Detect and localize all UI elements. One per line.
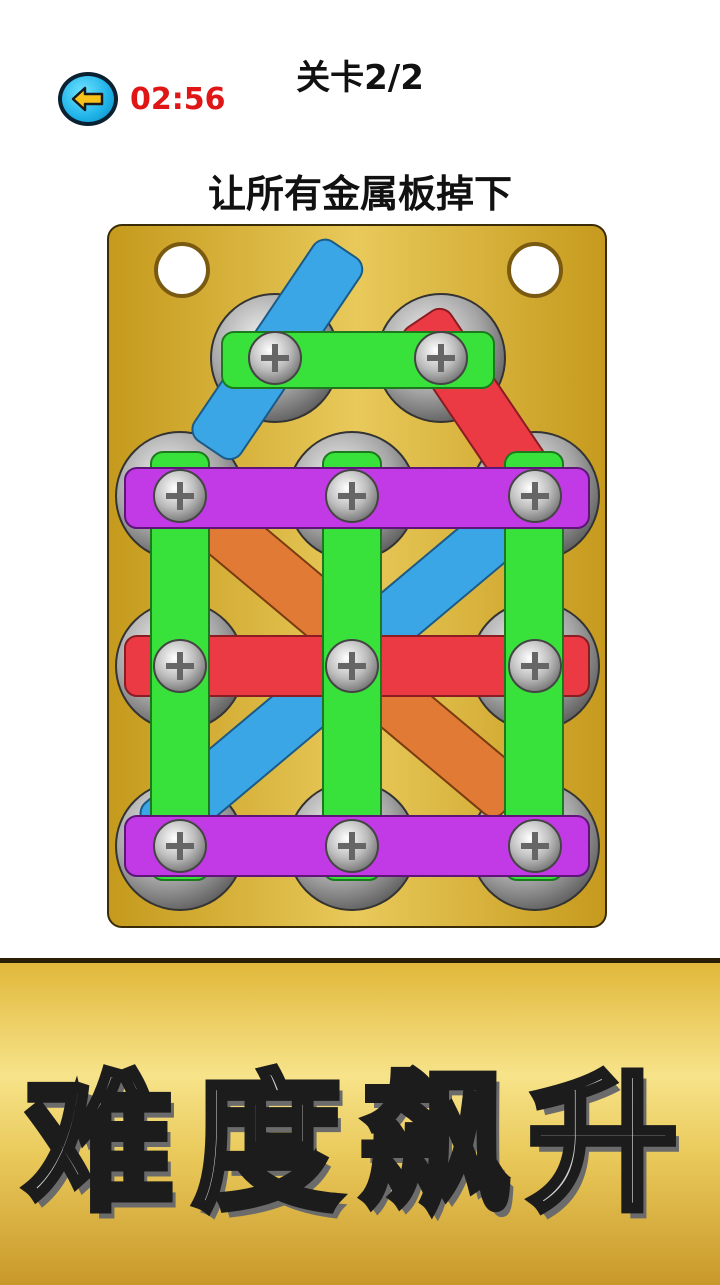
back-arrow-icon: [71, 86, 104, 112]
board-hole: [154, 242, 210, 298]
promo-banner: 难度飙升: [0, 958, 720, 1285]
puzzle-board: [107, 224, 607, 928]
screw[interactable]: [508, 639, 562, 693]
screw[interactable]: [325, 639, 379, 693]
screw[interactable]: [153, 639, 207, 693]
countdown-timer: 02:56: [130, 82, 226, 117]
screw[interactable]: [508, 819, 562, 873]
screw[interactable]: [153, 469, 207, 523]
back-button[interactable]: [58, 72, 118, 126]
screw[interactable]: [508, 469, 562, 523]
banner-title: 难度飙升: [21, 1055, 696, 1235]
screw[interactable]: [153, 819, 207, 873]
board-hole: [507, 242, 563, 298]
screw[interactable]: [414, 331, 468, 385]
instruction-text: 让所有金属板掉下: [207, 172, 512, 216]
screw[interactable]: [325, 469, 379, 523]
screw[interactable]: [248, 331, 302, 385]
screw[interactable]: [325, 819, 379, 873]
